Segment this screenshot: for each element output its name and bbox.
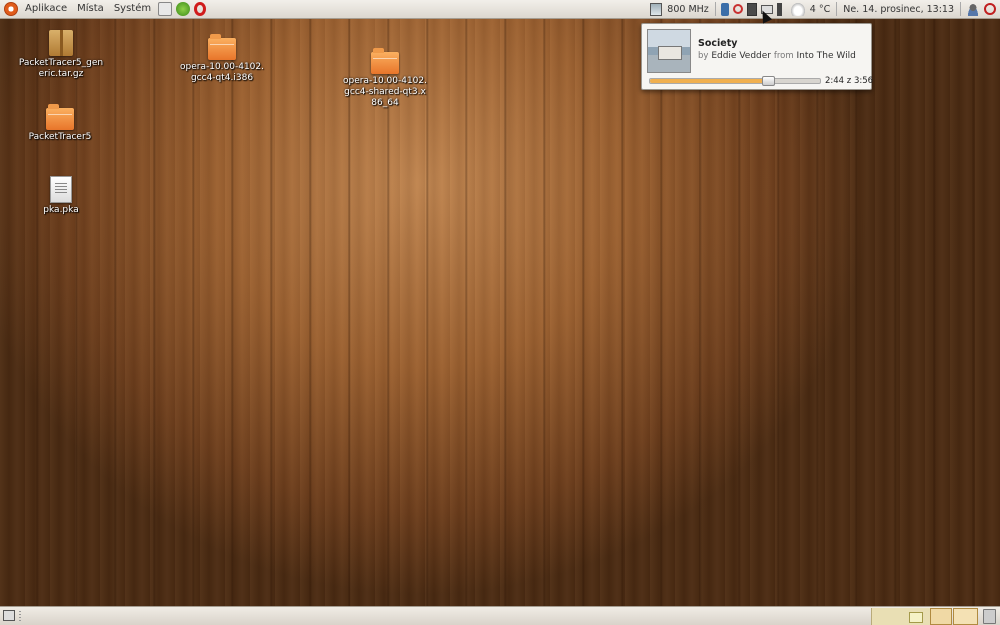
tray-separator [960, 2, 961, 16]
tray-separator [714, 2, 716, 16]
trash-icon[interactable] [983, 609, 996, 624]
progress-slider[interactable] [649, 76, 821, 86]
track-title: Society [698, 38, 738, 49]
mail-notification-area[interactable] [871, 608, 930, 625]
workspace-1[interactable] [930, 608, 952, 625]
album-art [647, 29, 691, 73]
panel-handle[interactable] [19, 611, 21, 621]
desktop-icon-label: opera-10.00-4102.gcc4-shared-qt3.x86_64 [343, 76, 427, 108]
document-icon [50, 176, 72, 203]
desktop-icon-opera-x86_64-folder[interactable]: opera-10.00-4102.gcc4-shared-qt3.x86_64 [342, 48, 428, 109]
top-panel: Aplikace Místa Systém 800 MHz 4 °C Ne. 1… [0, 0, 1000, 19]
bottom-panel [0, 606, 1000, 625]
folder-icon [46, 104, 74, 130]
notification-icon[interactable] [732, 4, 743, 14]
menu-system[interactable]: Systém [109, 0, 156, 18]
user-switcher-icon[interactable] [966, 2, 980, 16]
cpu-frequency-text: 800 MHz [667, 3, 709, 15]
network-icon[interactable] [720, 2, 729, 16]
track-album: Into The Wild [796, 51, 856, 61]
desktop-icon-label: opera-10.00-4102.gcc4-qt4.i386 [180, 62, 264, 83]
tray-separator [836, 2, 838, 16]
progress-fill [650, 79, 768, 83]
cpu-frequency-icon[interactable] [650, 2, 663, 16]
desktop-icon-packettracer-folder[interactable]: PacketTracer5 [17, 104, 103, 143]
envelope-icon[interactable] [909, 612, 923, 623]
desktop-icon-pka-file[interactable]: pka.pka [18, 176, 104, 216]
clock[interactable]: Ne. 14. prosinec, 13:13 [840, 4, 957, 15]
temperature-text[interactable]: 4 °C [807, 4, 833, 15]
workspace-2[interactable] [953, 608, 978, 625]
display-icon[interactable] [746, 2, 757, 16]
mail-launcher-icon[interactable] [158, 2, 173, 16]
desktop-icon-packettracer-archive[interactable]: PacketTracer5_generic.tar.gz [18, 30, 104, 80]
show-desktop-icon[interactable] [3, 610, 15, 621]
desktop-icon-label: PacketTracer5_generic.tar.gz [18, 58, 104, 79]
browser-launcher-icon[interactable] [176, 2, 191, 16]
desktop-icon-label: pka.pka [43, 205, 79, 215]
shutdown-icon[interactable] [984, 3, 996, 15]
desktop-icon-opera-i386-folder[interactable]: opera-10.00-4102.gcc4-qt4.i386 [179, 34, 265, 84]
weather-cloud-icon[interactable] [790, 2, 805, 16]
progress-knob[interactable] [762, 76, 775, 86]
opera-launcher-icon[interactable] [194, 2, 207, 16]
system-tray: 800 MHz 4 °C Ne. 14. prosinec, 13:13 [648, 0, 1000, 18]
volume-icon[interactable] [776, 2, 787, 16]
menu-applications[interactable]: Aplikace [20, 0, 72, 18]
ubuntu-logo-icon[interactable] [4, 2, 18, 16]
by-word: by [698, 51, 709, 61]
track-meta: by Eddie Vedder from Into The Wild [698, 51, 856, 61]
music-notification[interactable]: Society by Eddie Vedder from Into The Wi… [641, 23, 874, 90]
folder-icon [371, 48, 399, 74]
track-artist: Eddie Vedder [711, 51, 771, 61]
desktop[interactable] [0, 19, 1000, 606]
folder-icon [208, 34, 236, 60]
archive-icon [49, 30, 73, 56]
menu-places[interactable]: Místa [72, 0, 109, 18]
time-readout: 2:44 z 3:56 [825, 76, 874, 86]
desktop-icon-label: PacketTracer5 [28, 132, 92, 142]
from-word: from [773, 51, 794, 61]
